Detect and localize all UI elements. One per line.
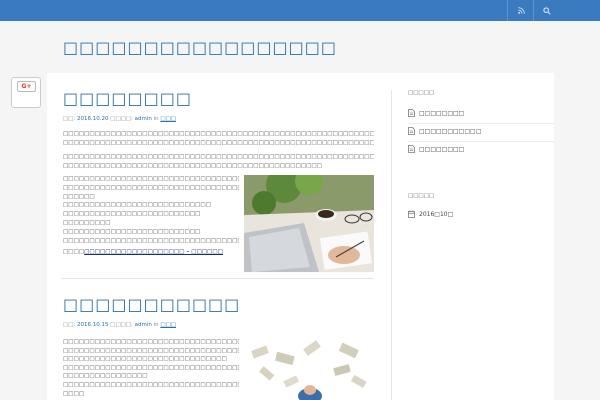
text-line: □□□□□□□□□□□□□□□□□□□□□□□□□□□□□□□□□□□□□□□□…: [63, 131, 374, 137]
text-line: □□□□□□□□□: [63, 219, 111, 226]
top-bar: [0, 0, 600, 21]
document-icon: [408, 109, 415, 117]
text-line: □□□□□□: [63, 193, 95, 200]
text-line: □□□□□□□□□□□□□□□□□□□□□□□□□□□□□□□: [63, 356, 227, 363]
text-line: □□□□□□□□□□□□□□□□□□□□□□□□□□□□: [63, 202, 211, 209]
post-author-label: □□□□:: [110, 116, 133, 122]
post-date-label: □□:: [63, 322, 76, 328]
post-paragraph: □□□□□□□□□□□□□□□□□□□□□□□□□□□□□□□□□ □□□□ □□…: [63, 175, 239, 245]
site-header: □□□□□□□□□□□□□□□□□: [0, 21, 600, 74]
recent-post-item[interactable]: □□□□□□□□: [408, 145, 554, 159]
text-line: □□□□□□□□□□□□□□□□□□□□□□□□□□: [63, 211, 201, 218]
archive-item[interactable]: 2016□10□: [408, 210, 554, 224]
calendar-icon: [408, 210, 415, 218]
recent-post-label: □□□□□□□□: [419, 146, 465, 153]
post-paragraph: □□□□□□□□□□□□□□□□□□□□□□□□□□□□□□□□□ □□□□ □□…: [63, 338, 239, 398]
archive-label: 2016□10□: [419, 211, 454, 218]
text-line: □□□□□□□□□□□□□□□□□□□□□□□□□□□□□□□□□□□□□□□□…: [63, 347, 239, 354]
recent-post-item[interactable]: □□□□□□□□: [408, 109, 554, 123]
rss-icon: [517, 7, 525, 14]
read-more: □□□□□□□□□□□□□□□□□□□□□□□ – □□□□□□: [63, 249, 223, 255]
text-line: □□□□□□□□□□□□□□□□: [63, 373, 148, 380]
text-line: □□□□□□□□□□□□□□□□□□□□□□□□□□□□□□□□□□□□□□□□…: [63, 163, 322, 170]
post-title[interactable]: □□□□□□□□□□□: [63, 295, 240, 314]
site-title[interactable]: □□□□□□□□□□□□□□□□□: [63, 38, 337, 57]
post-in: in: [153, 116, 159, 122]
rss-button[interactable]: [508, 0, 534, 21]
post-in: in: [153, 322, 159, 328]
post-date-label: □□:: [63, 116, 76, 122]
laptop-desk-photo[interactable]: [244, 175, 374, 272]
post-meta: □□: 2016.10.20 □□□□: admin in □□□: [63, 116, 176, 122]
post-author-label: □□□□:: [110, 322, 133, 328]
widget-divider: [408, 141, 554, 142]
text-line: □□□□□□□□□□□□□□□□□□□□□□□□□□□□□□□□□□□□□□□□…: [63, 237, 239, 244]
recent-post-label: □□□□□□□□: [419, 110, 465, 117]
text-line: □□□□□□□□□□□□□□□□□□□□□□□□□□: [63, 228, 201, 235]
post-date[interactable]: 2016.10.15: [77, 322, 109, 328]
sidebar-divider: [391, 90, 392, 400]
money-bills-photo[interactable]: [244, 338, 374, 400]
post-date[interactable]: 2016.10.20: [77, 116, 109, 122]
text-line: □□□□□□□□□□□□□□□□□□□□□□□□□□□□□□□□□□□□□□□□…: [63, 140, 374, 147]
recent-post-item[interactable]: □□□□□□□□□□□: [408, 127, 554, 141]
post-paragraph: □□□□□□□□□□□□□□□□□□□□□□□□□□□□□□□□□□□□□□□□…: [63, 153, 374, 172]
post-paragraph: □□□□□□□□□□□□□□□□□□□□□□□□□□□□□□□□□□□□□□□□…: [63, 130, 374, 149]
post-title[interactable]: □□□□□□□□: [63, 89, 192, 108]
post-category[interactable]: □□□: [160, 116, 176, 122]
search-button[interactable]: [534, 0, 560, 21]
post-separator: [62, 278, 374, 279]
text-line: □□□□□□□□□□□□□□□□□□□□□□□□□□□□□□□□□□□□□□□□…: [63, 184, 239, 191]
text-line: □□□□□□□□□□□□□□□□□□□□□□□□□□□□□□□□□□□□□: [63, 176, 239, 182]
document-icon: [408, 127, 415, 135]
post-category[interactable]: □□□: [160, 322, 176, 328]
widget-title-recent: □□□□□: [408, 90, 434, 96]
text-line: □□□□□□□□□□□□□□□□□□□□□□□□□□□□□□□□□□□□□: [63, 339, 239, 345]
post-meta: □□: 2016.10.15 □□□□: admin in □□□: [63, 322, 176, 328]
gplus-button[interactable]: G+: [17, 81, 36, 92]
widget-title-archive: □□□□□: [408, 193, 434, 199]
text-line: □□□□: [63, 390, 85, 397]
recent-post-label: □□□□□□□□□□□: [419, 128, 482, 135]
read-more-link[interactable]: □□□□□□□□□□□□□□□□□□□ – □□□□□□: [84, 249, 223, 255]
text-line: □□□□□□□□□□□□□□□□□□□□□□□□□□□□□□□□□□□□□□□□…: [63, 381, 239, 388]
search-icon: [543, 6, 551, 15]
post-author[interactable]: admin: [135, 116, 152, 122]
share-box: G+: [11, 77, 41, 108]
text-line: □□□□□□□□□□□□□□□□□□□□□□□□□□□□□□□□□□□□□□□□…: [63, 364, 239, 371]
read-more-prefix: □□□□: [63, 249, 85, 255]
text-line: □□□□□□□□□□□□□□□□□□□□□□□□□□□□□□□□□□□□□□□□…: [63, 154, 374, 160]
post-author[interactable]: admin: [135, 322, 152, 328]
widget-divider: [408, 123, 554, 124]
document-icon: [408, 145, 415, 153]
